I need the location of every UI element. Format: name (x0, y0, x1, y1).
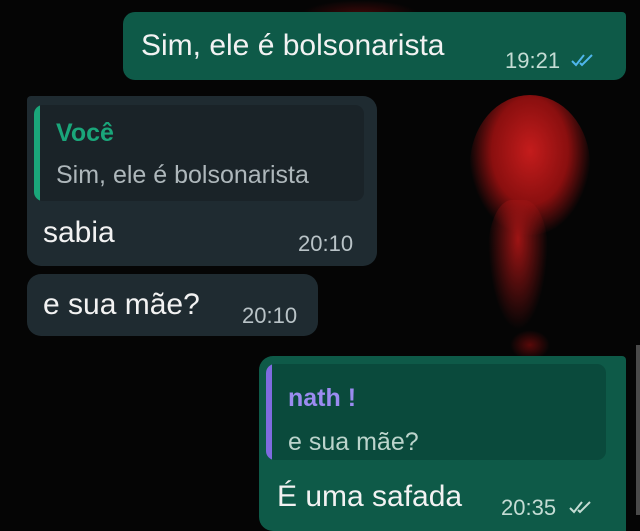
message-text: É uma safada (277, 480, 463, 513)
message-bubble-outgoing[interactable]: Sim, ele é bolsonarista 19:21 (123, 12, 626, 80)
quote-text: Sim, ele é bolsonarista (56, 161, 309, 189)
scrollbar[interactable] (636, 345, 640, 515)
message-bubble-incoming[interactable]: e sua mãe? 20:10 (27, 274, 318, 336)
message-text: e sua mãe? (43, 288, 200, 321)
delivered-ticks-icon (569, 501, 591, 514)
message-bubble-incoming[interactable]: Você Sim, ele é bolsonarista sabia 20:10 (27, 96, 377, 266)
message-time: 20:10 (242, 303, 298, 328)
quoted-message[interactable]: nath ! e sua mãe? (266, 364, 606, 460)
message-time: 20:10 (298, 231, 354, 256)
quote-bar (34, 105, 40, 201)
message-bubble-outgoing[interactable]: nath ! e sua mãe? É uma safada 20:35 (259, 356, 626, 531)
quote-text: e sua mãe? (288, 428, 419, 456)
quote-author: Você (56, 119, 114, 147)
message-time: 19:21 (505, 48, 561, 73)
read-receipt-icon (571, 54, 593, 67)
message-text: sabia (43, 216, 115, 249)
quote-author: nath ! (288, 384, 357, 412)
message-time: 20:35 (501, 495, 557, 520)
wallpaper-blob (488, 200, 548, 330)
quoted-message[interactable]: Você Sim, ele é bolsonarista (34, 105, 364, 201)
message-text: Sim, ele é bolsonarista (141, 29, 445, 62)
quote-bar (266, 364, 272, 460)
